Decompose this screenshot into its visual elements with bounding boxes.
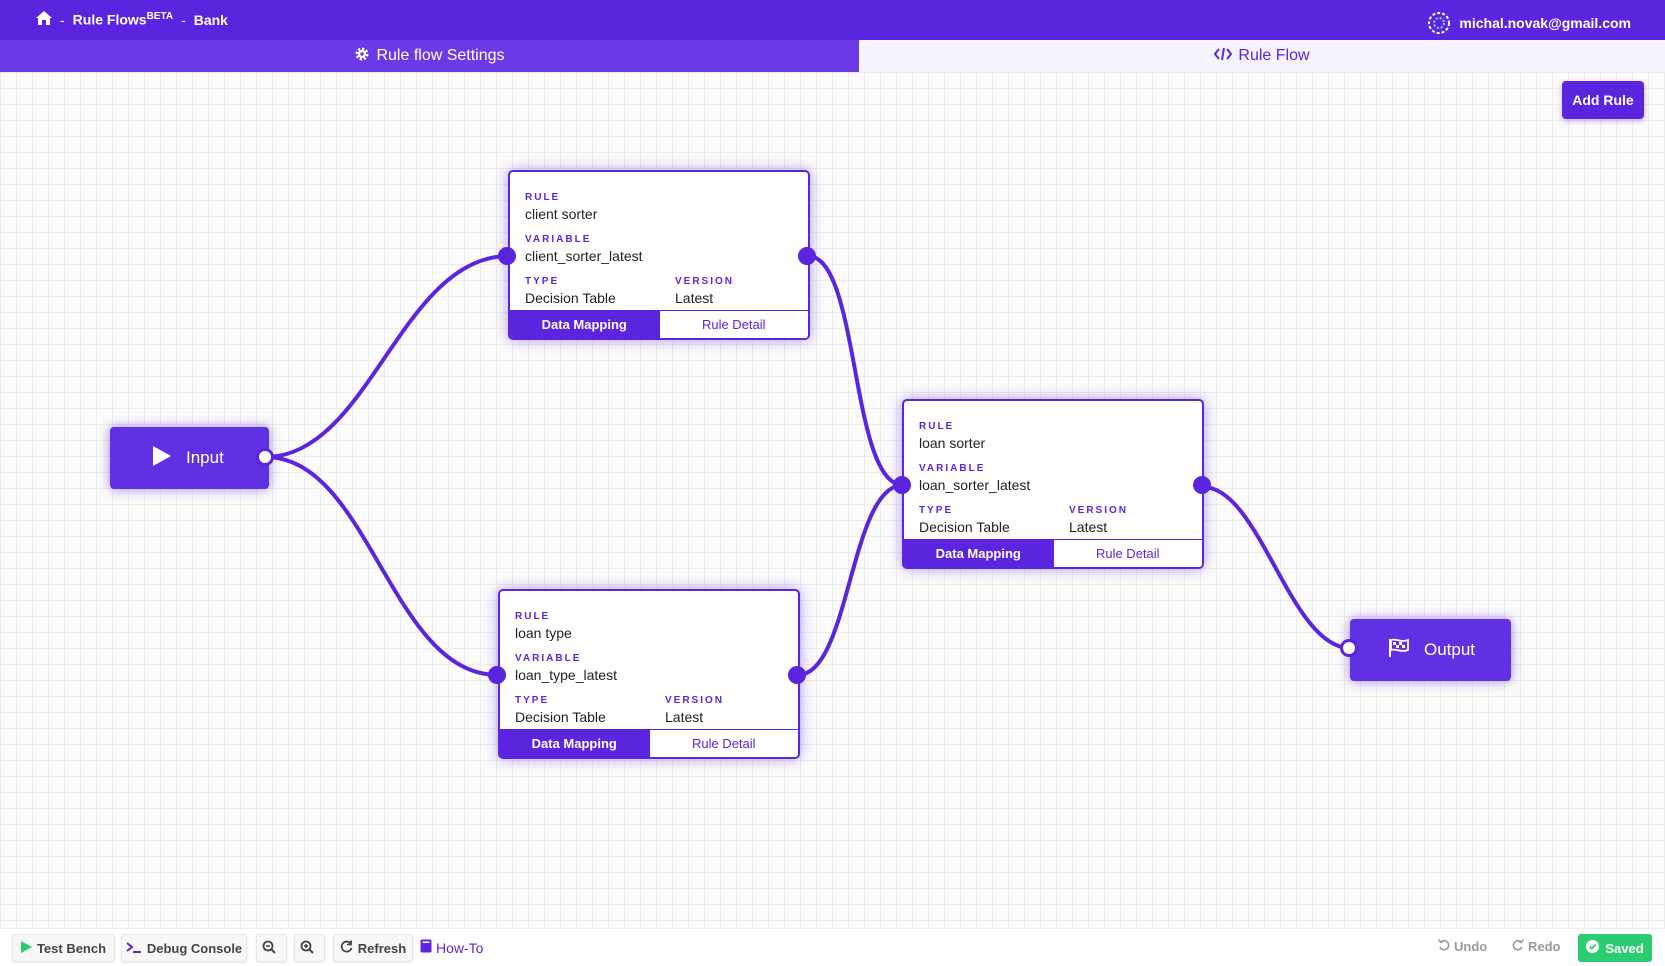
client-sorter-input-port[interactable] [498, 247, 516, 265]
gear-icon [354, 46, 376, 67]
type-value: Decision Table [515, 709, 606, 725]
test-bench-label: Test Bench [36, 940, 107, 956]
variable-name: loan_type_latest [515, 667, 617, 683]
how-to-label: How-To [436, 939, 484, 956]
saved-label: Saved [1605, 940, 1644, 956]
debug-console-label: Debug Console [146, 940, 243, 956]
type-label: TYPE [525, 276, 560, 287]
version-label: VERSION [1069, 505, 1129, 516]
loan-sorter-input-port[interactable] [893, 476, 911, 494]
play-icon [20, 940, 37, 956]
version-value: Latest [675, 290, 714, 306]
rule-name: loan sorter [919, 435, 986, 451]
breadcrumb-separator: - [60, 11, 65, 28]
undo-icon [1437, 938, 1454, 954]
rule-node-loan-type[interactable]: RULE loan type VARIABLE loan_type_latest… [498, 589, 800, 759]
input-output-port[interactable] [256, 448, 274, 466]
play-icon [152, 445, 172, 472]
data-mapping-button[interactable]: Data Mapping [500, 730, 649, 757]
output-node[interactable]: Output [1350, 619, 1511, 681]
version-label: VERSION [665, 695, 725, 706]
redo-button[interactable]: Redo [1512, 938, 1561, 954]
version-value: Latest [1069, 519, 1108, 535]
client-sorter-output-port[interactable] [798, 247, 816, 265]
rule-name: loan type [515, 625, 572, 641]
output-input-port[interactable] [1340, 639, 1358, 657]
undo-button[interactable]: Undo [1437, 938, 1488, 954]
breadcrumb: - Rule FlowsBETA - Bank [36, 11, 228, 28]
tab-rule-flow[interactable]: Rule Flow [859, 40, 1665, 72]
refresh-label: Refresh [357, 940, 407, 956]
rule-label: RULE [515, 611, 551, 622]
test-bench-button[interactable]: Test Bench [12, 934, 115, 962]
zoom-out-icon [262, 940, 281, 957]
top-bar: - Rule FlowsBETA - Bank michal.novak@gma… [0, 0, 1665, 40]
checkered-flag-icon [1388, 638, 1410, 663]
variable-label: VARIABLE [919, 463, 986, 474]
rule-node-loan-sorter[interactable]: RULE loan sorter VARIABLE loan_sorter_la… [902, 399, 1204, 569]
user-email: michal.novak@gmail.com [1459, 15, 1631, 31]
type-value: Decision Table [919, 519, 1010, 535]
rule-label: RULE [525, 192, 561, 203]
breadcrumb-project[interactable]: Bank [194, 12, 228, 28]
loan-type-input-port[interactable] [488, 666, 506, 684]
zoom-in-icon [300, 940, 319, 957]
saved-status-badge: Saved [1578, 934, 1652, 962]
refresh-icon [340, 940, 358, 956]
data-mapping-button[interactable]: Data Mapping [904, 540, 1053, 567]
debug-console-button[interactable]: Debug Console [121, 934, 247, 962]
rule-detail-button[interactable]: Rule Detail [1052, 540, 1202, 567]
rule-detail-button[interactable]: Rule Detail [658, 311, 808, 338]
variable-name: client_sorter_latest [525, 248, 643, 264]
version-label: VERSION [675, 276, 735, 287]
refresh-button[interactable]: Refresh [333, 934, 413, 962]
zoom-out-button[interactable] [256, 934, 287, 962]
bottom-toolbar: Test Bench Debug Console Refresh How-To … [0, 928, 1665, 966]
type-value: Decision Table [525, 290, 616, 306]
rule-node-actions: Data Mapping Rule Detail [904, 539, 1202, 567]
rule-node-actions: Data Mapping Rule Detail [510, 310, 808, 338]
add-rule-button[interactable]: Add Rule [1562, 81, 1644, 119]
tab-label: Rule Flow [1238, 47, 1310, 64]
check-circle-icon [1586, 940, 1605, 956]
tab-label: Rule flow Settings [376, 47, 505, 64]
code-icon [1214, 47, 1238, 66]
variable-label: VARIABLE [525, 234, 592, 245]
zoom-in-button[interactable] [294, 934, 325, 962]
variable-label: VARIABLE [515, 653, 582, 664]
rule-label: RULE [919, 421, 955, 432]
type-label: TYPE [919, 505, 954, 516]
undo-label: Undo [1454, 939, 1488, 954]
rule-node-actions: Data Mapping Rule Detail [500, 729, 798, 757]
flow-canvas[interactable] [0, 72, 1665, 928]
version-value: Latest [665, 709, 704, 725]
book-icon [420, 939, 436, 956]
how-to-link[interactable]: How-To [420, 939, 483, 956]
rule-node-client-sorter[interactable]: RULE client sorter VARIABLE client_sorte… [508, 170, 810, 340]
terminal-icon [126, 941, 147, 956]
output-node-label: Output [1424, 640, 1476, 659]
input-node[interactable]: Input [110, 427, 269, 489]
tab-rule-flow-settings[interactable]: Rule flow Settings [0, 40, 859, 72]
breadcrumb-separator: - [181, 11, 186, 28]
input-node-label: Input [186, 448, 224, 467]
data-mapping-button[interactable]: Data Mapping [510, 311, 659, 338]
user-menu[interactable]: michal.novak@gmail.com [1427, 11, 1631, 35]
type-label: TYPE [515, 695, 550, 706]
rule-name: client sorter [525, 206, 598, 222]
loan-type-output-port[interactable] [788, 666, 806, 684]
avatar-icon [1427, 11, 1451, 35]
breadcrumb-app[interactable]: Rule FlowsBETA [73, 11, 173, 28]
rule-detail-button[interactable]: Rule Detail [648, 730, 798, 757]
loan-sorter-output-port[interactable] [1193, 476, 1211, 494]
variable-name: loan_sorter_latest [919, 477, 1031, 493]
redo-icon [1512, 938, 1528, 954]
app-name: Rule Flows [72, 11, 147, 28]
beta-badge: BETA [146, 11, 174, 23]
home-icon[interactable] [36, 11, 52, 28]
tab-bar: Rule flow Settings Rule Flow [0, 40, 1665, 72]
redo-label: Redo [1528, 939, 1561, 954]
